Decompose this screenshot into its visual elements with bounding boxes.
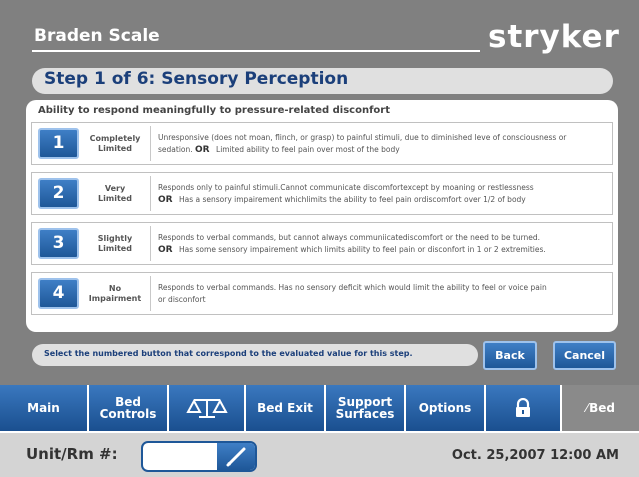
date-time: Oct. 25,2007 12:00 AM (451, 448, 619, 463)
option-4-description: Responds to verbal commands. Has no sens… (158, 282, 547, 304)
nav-bed-controls-button[interactable]: Bed Controls (89, 385, 167, 431)
option-3-description: Responds to verbal commands, but cannot … (158, 232, 546, 255)
option-row-1: 1 Completely Limited Unresponsive (does n… (31, 122, 613, 165)
nav-main-button[interactable]: Main (0, 385, 87, 431)
option-divider (150, 276, 151, 311)
lock-icon (516, 398, 530, 417)
option-divider (150, 126, 151, 161)
option-2-description: Responds only to painful stimuli.Cannot … (158, 182, 534, 205)
page-title: Braden Scale (34, 26, 160, 46)
options-panel: Ability to respond meaningfully to press… (26, 100, 618, 332)
pen-icon: ⁄ (586, 401, 589, 415)
option-row-3: 3 Slightly Limited Responds to verbal com… (31, 222, 613, 265)
option-row-4: 4 No Impairment Responds to verbal comman… (31, 272, 613, 315)
option-1-label: Completely Limited (89, 133, 141, 153)
nav-support-surfaces-button[interactable]: Support Surfaces (326, 385, 404, 431)
pencil-icon (226, 447, 246, 466)
step-header: Step 1 of 6: Sensory Perception (32, 68, 613, 94)
status-bar: Unit/Rm #: Oct. 25,2007 12:00 AM (0, 433, 639, 477)
main-content-area: Braden Scale stryker Step 1 of 6: Sensor… (0, 0, 639, 385)
option-divider (150, 226, 151, 261)
nav-options-button[interactable]: Options (406, 385, 484, 431)
option-3-button[interactable]: 3 (38, 228, 79, 259)
edit-unit-button[interactable] (217, 443, 255, 470)
option-divider (150, 176, 151, 211)
option-2-button[interactable]: 2 (38, 178, 79, 209)
panel-subtitle: Ability to respond meaningfully to press… (38, 105, 391, 116)
option-3-label: Slightly Limited (97, 233, 133, 253)
scale-icon (185, 398, 228, 418)
option-4-button[interactable]: 4 (38, 278, 79, 309)
header-divider (32, 50, 480, 52)
nav-scale-button[interactable] (169, 385, 244, 431)
option-row-2: 2 Very Limited Responds only to painful s… (31, 172, 613, 215)
step-title: Step 1 of 6: Sensory Perception (44, 69, 349, 89)
option-1-button[interactable]: 1 (38, 128, 79, 159)
instruction-bar: Select the numbered button that correspo… (32, 344, 478, 366)
option-2-label: Very Limited (98, 183, 132, 203)
option-4-label: No Impairment (88, 283, 142, 303)
cancel-button[interactable]: Cancel (553, 341, 616, 370)
bottom-nav: Main Bed Controls Bed Exit Support Surface… (0, 385, 639, 431)
unit-room-label: Unit/Rm #: (26, 445, 118, 463)
unit-room-field[interactable] (141, 441, 257, 472)
nav-bed-button[interactable]: ⁄ Bed (562, 385, 639, 431)
option-1-description: Unresponsive (does not moan, flinch, or … (158, 132, 567, 155)
nav-bed-exit-button[interactable]: Bed Exit (246, 385, 324, 431)
stryker-logo: stryker (488, 19, 620, 55)
instruction-text: Select the numbered button that correspo… (44, 349, 413, 358)
nav-lock-button[interactable] (486, 385, 560, 431)
back-button[interactable]: Back (483, 341, 537, 370)
